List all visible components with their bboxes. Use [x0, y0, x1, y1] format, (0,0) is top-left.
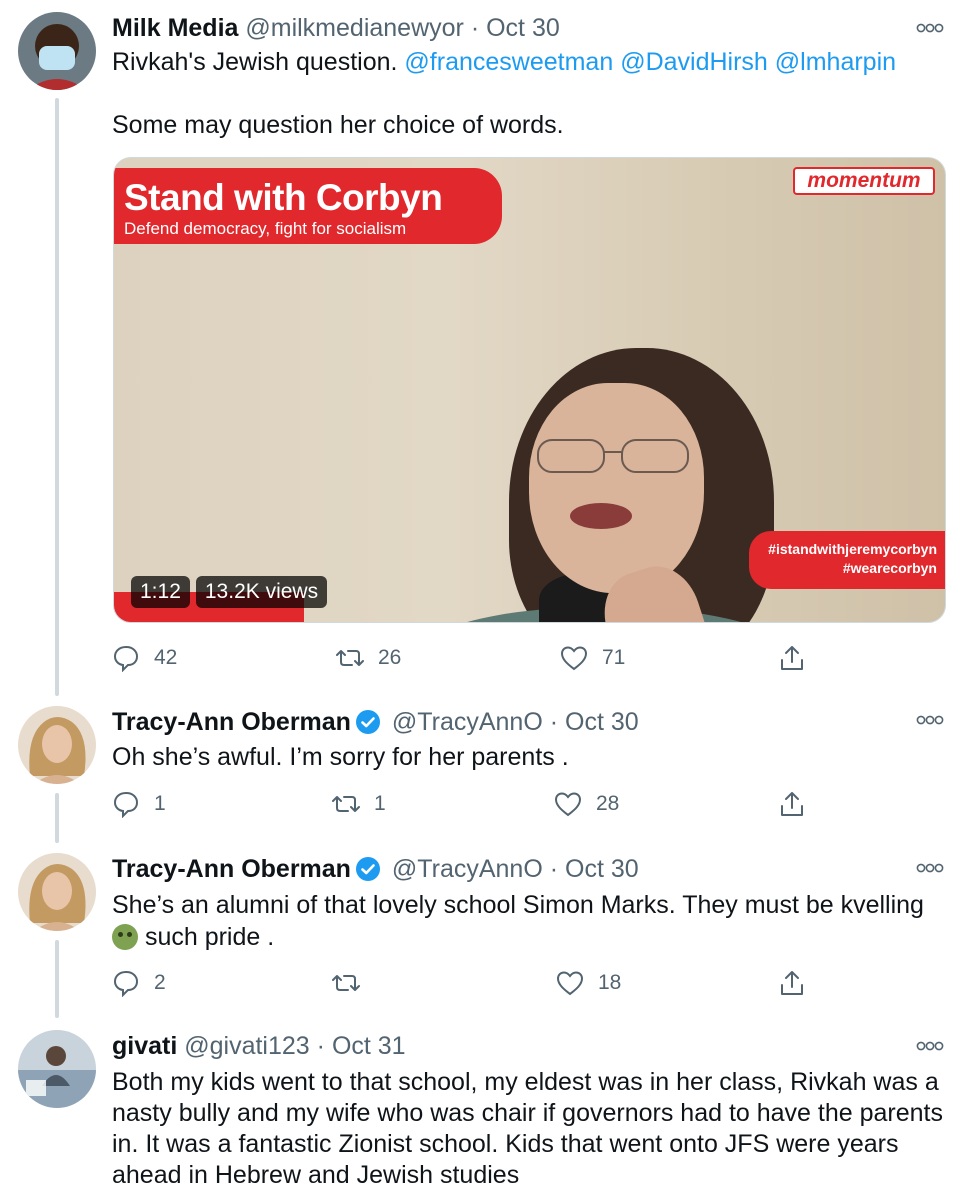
- video-views: 13.2K views: [195, 576, 328, 608]
- avatar[interactable]: [18, 12, 96, 90]
- tweet-actions: 2 18: [112, 968, 812, 998]
- retweet-button[interactable]: [332, 968, 374, 998]
- user-handle[interactable]: @TracyAnnO: [392, 855, 543, 883]
- tweet[interactable]: givati @givati123 · Oct 31 Both my kids …: [0, 1020, 976, 1200]
- verified-icon: [355, 710, 380, 734]
- nauseated-face-emoji: [112, 924, 138, 950]
- timestamp[interactable]: Oct 31: [332, 1032, 406, 1060]
- reply-count: 2: [154, 971, 166, 994]
- hashtag: #wearecorbyn: [842, 560, 937, 576]
- display-name[interactable]: givati: [112, 1032, 177, 1060]
- banner-subtitle: Defend democracy, fight for socialism: [124, 219, 407, 238]
- tweet[interactable]: Tracy-Ann Oberman @TracyAnnO · Oct 30 Sh…: [0, 846, 976, 1020]
- user-handle[interactable]: @TracyAnnO: [392, 708, 543, 736]
- like-icon: [554, 792, 582, 817]
- banner-title: Stand with Corbyn: [124, 177, 443, 218]
- tweet-text-line: She’s an alumni of that lovely school Si…: [112, 891, 924, 919]
- tweet-text-line-wrap: such pride .: [112, 922, 952, 952]
- tweet-text-line: Some may question her choice of words.: [112, 111, 564, 139]
- tweet-text-line: Rivkah's Jewish question.: [112, 48, 398, 76]
- retweet-count: 26: [378, 646, 402, 669]
- user-handle[interactable]: @milkmedianewyor: [245, 14, 464, 42]
- like-button[interactable]: 28: [554, 789, 619, 819]
- like-count: 71: [602, 646, 626, 669]
- video-duration: 1:12: [131, 576, 190, 608]
- separator-dot: ·: [549, 708, 559, 736]
- mention-link[interactable]: @DavidHirsh: [620, 48, 768, 76]
- reply-icon: [113, 791, 139, 818]
- share-icon: [781, 646, 803, 670]
- display-name[interactable]: Tracy-Ann Oberman: [112, 708, 351, 736]
- video-banner: Stand with Corbyn Defend democracy, figh…: [114, 168, 502, 244]
- video-hashtags: #istandwithjeremycorbyn #wearecorbyn: [749, 531, 945, 589]
- like-button[interactable]: 71: [560, 643, 625, 673]
- share-button[interactable]: [778, 968, 806, 998]
- video-figure: [537, 439, 689, 473]
- separator-dot: ·: [470, 14, 480, 42]
- share-icon: [781, 792, 803, 816]
- reply-count: 1: [154, 792, 166, 815]
- timestamp[interactable]: Oct 30: [486, 14, 560, 42]
- avatar[interactable]: [18, 706, 96, 784]
- reply-button[interactable]: 1: [112, 789, 166, 819]
- like-icon: [560, 646, 588, 671]
- mention-link[interactable]: @lmharpin: [775, 48, 896, 76]
- more-icon[interactable]: [916, 21, 944, 35]
- more-icon[interactable]: [916, 1039, 944, 1053]
- retweet-count: 1: [374, 792, 386, 815]
- user-handle[interactable]: @givati123: [184, 1032, 309, 1060]
- share-button[interactable]: [778, 643, 806, 673]
- avatar[interactable]: [18, 853, 96, 931]
- avatar[interactable]: [18, 1030, 96, 1108]
- timestamp[interactable]: Oct 30: [565, 708, 639, 736]
- reply-icon: [113, 970, 139, 997]
- separator-dot: ·: [316, 1032, 325, 1060]
- tweet-text: Rivkah's Jewish question. @francesweetma…: [112, 47, 952, 77]
- reply-button[interactable]: 42: [112, 643, 177, 673]
- display-name[interactable]: Tracy-Ann Oberman: [112, 855, 351, 883]
- tweet-actions: 1 1 28: [112, 789, 812, 819]
- tweet[interactable]: Tracy-Ann Oberman @TracyAnnO · Oct 30 Oh…: [0, 700, 976, 846]
- timestamp[interactable]: Oct 30: [565, 855, 639, 883]
- more-icon[interactable]: [916, 713, 944, 727]
- separator-dot: ·: [549, 855, 559, 883]
- like-button[interactable]: 18: [556, 968, 621, 998]
- tweet-text: Both my kids went to that school, my eld…: [112, 1068, 943, 1189]
- retweet-button[interactable]: 26: [336, 643, 401, 673]
- video-meta: 1:12 13.2K views: [131, 576, 328, 608]
- tweet-text-line: such pride .: [144, 923, 275, 951]
- tweet-text: Oh she’s awful. I’m sorry for her parent…: [112, 743, 569, 771]
- mention-link[interactable]: @francesweetman: [404, 48, 613, 76]
- reply-count: 42: [154, 646, 178, 669]
- like-count: 18: [598, 971, 622, 994]
- reply-icon: [113, 645, 139, 672]
- momentum-logo: momentum: [793, 167, 935, 195]
- display-name[interactable]: Milk Media: [112, 14, 238, 42]
- tweet[interactable]: Milk Media @milkmedianewyor · Oct 30 Riv…: [0, 0, 976, 700]
- share-button[interactable]: [778, 789, 806, 819]
- like-count: 28: [596, 792, 620, 815]
- retweet-button[interactable]: 1: [332, 789, 386, 819]
- retweet-icon: [332, 975, 360, 991]
- retweet-icon: [332, 796, 360, 812]
- video-player[interactable]: Stand with Corbyn Defend democracy, figh…: [113, 157, 946, 623]
- tweet-actions: 42 26 71: [112, 643, 812, 673]
- tweet-text: She’s an alumni of that lovely school Si…: [112, 890, 952, 952]
- retweet-icon: [336, 650, 364, 666]
- hashtag: #istandwithjeremycorbyn: [768, 541, 937, 557]
- verified-icon: [355, 857, 380, 881]
- video-figure: [570, 503, 632, 529]
- video-figure: [529, 383, 704, 593]
- reply-button[interactable]: 2: [112, 968, 166, 998]
- like-icon: [556, 971, 584, 996]
- share-icon: [781, 971, 803, 995]
- more-icon[interactable]: [916, 861, 944, 875]
